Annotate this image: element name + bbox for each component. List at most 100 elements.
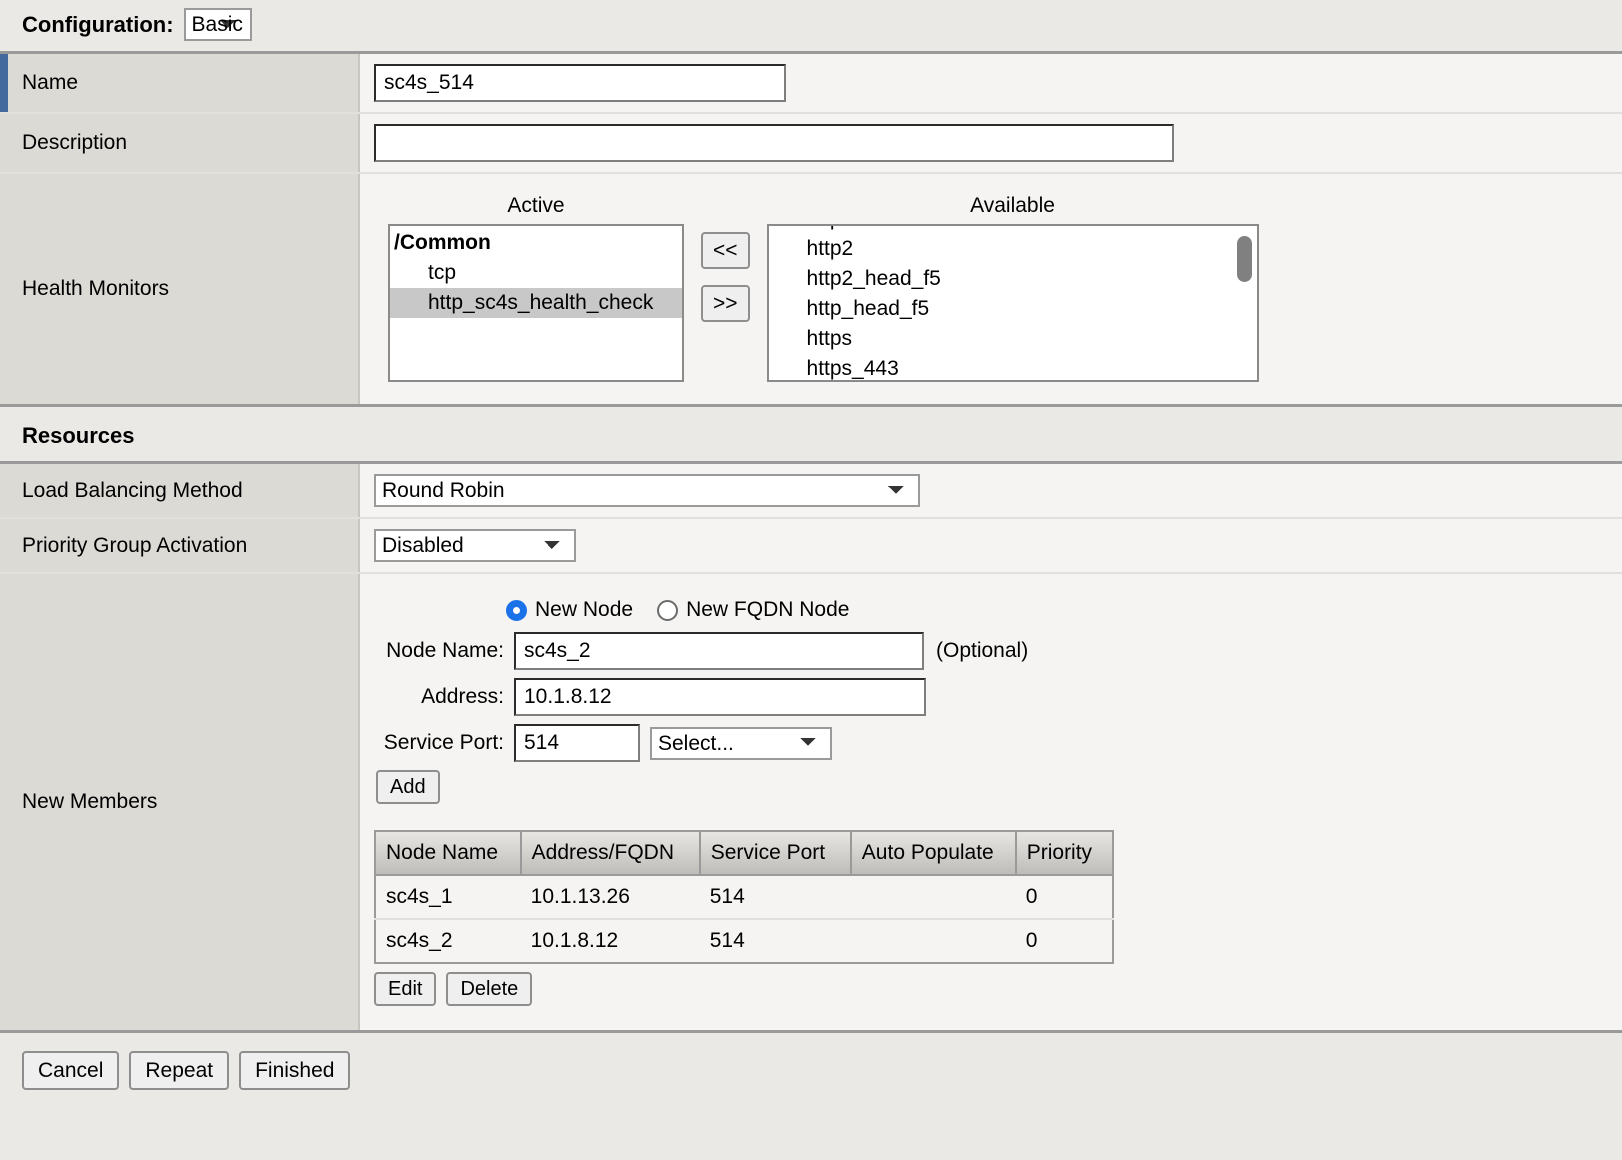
load-balancing-method-select[interactable]: Round Robin (374, 474, 920, 507)
node-name-row: Node Name: (Optional) (374, 632, 1622, 670)
node-name-input[interactable] (514, 632, 924, 670)
configuration-form-panel: Name Description Health Monitors Active … (0, 51, 1622, 407)
column-header-service-port: Service Port (700, 831, 851, 875)
description-value-cell (360, 114, 1622, 172)
node-name-optional-note: (Optional) (924, 639, 1028, 663)
row-priority-group-activation: Priority Group Activation Disabled (0, 519, 1622, 574)
list-item[interactable]: https_443 (769, 354, 1257, 382)
address-label: Address: (374, 685, 514, 709)
members-table: Node Name Address/FQDN Service Port Auto… (374, 830, 1114, 964)
row-description: Description (0, 114, 1622, 174)
available-monitors-scroll-area: http http2 http2_head_f5 http_head_f5 ht… (769, 226, 1257, 380)
load-balancing-method-label-cell: Load Balancing Method (0, 464, 360, 517)
row-name: Name (0, 54, 1622, 114)
active-monitors-header: Active (388, 194, 684, 224)
load-balancing-method-value-cell: Round Robin (360, 464, 1622, 517)
table-row[interactable]: sc4s_1 10.1.13.26 514 0 (375, 875, 1113, 919)
configuration-select[interactable]: Basic (184, 8, 252, 41)
available-monitors-scrollbar-thumb[interactable] (1237, 236, 1252, 282)
priority-group-activation-value-cell: Disabled (360, 519, 1622, 572)
service-port-label: Service Port: (374, 731, 514, 755)
list-item[interactable]: http2_head_f5 (769, 264, 1257, 294)
new-fqdn-node-radio-label[interactable]: New FQDN Node (686, 598, 849, 622)
configuration-bar: Configuration: Basic (0, 0, 1622, 51)
new-node-radio[interactable] (506, 600, 527, 621)
delete-member-button[interactable]: Delete (446, 972, 532, 1006)
table-header-row: Node Name Address/FQDN Service Port Auto… (375, 831, 1113, 875)
address-row: Address: (374, 678, 1622, 716)
name-value-cell (360, 54, 1622, 112)
active-monitors-listbox[interactable]: /Common tcp http_sc4s_health_check (388, 224, 684, 382)
list-item[interactable]: http2 (769, 234, 1257, 264)
service-port-select[interactable]: Select... (650, 727, 832, 760)
cell-service-port: 514 (700, 875, 851, 919)
address-input[interactable] (514, 678, 926, 716)
list-item[interactable]: http_head_f5 (769, 294, 1257, 324)
description-label: Description (22, 131, 127, 155)
cell-auto-populate (851, 875, 1016, 919)
configuration-label: Configuration: (22, 12, 174, 38)
cell-address: 10.1.8.12 (521, 919, 700, 963)
health-monitors-label-cell: Health Monitors (0, 174, 360, 404)
list-item[interactable]: /Common (390, 228, 682, 258)
footer-actions: Cancel Repeat Finished (0, 1033, 1622, 1090)
available-monitors-listbox[interactable]: http http2 http2_head_f5 http_head_f5 ht… (767, 224, 1259, 382)
resources-heading: Resources (0, 407, 1622, 461)
health-monitors-label: Health Monitors (22, 277, 169, 301)
health-monitors-value-cell: Active /Common tcp http_sc4s_health_chec… (360, 174, 1622, 404)
cell-service-port: 514 (700, 919, 851, 963)
cell-node-name: sc4s_1 (375, 875, 521, 919)
name-input[interactable] (374, 64, 786, 102)
move-left-button[interactable]: << (701, 232, 750, 269)
load-balancing-method-label: Load Balancing Method (22, 479, 243, 503)
description-input[interactable] (374, 124, 1174, 162)
new-members-label-cell: New Members (0, 574, 360, 1030)
cell-priority: 0 (1016, 875, 1113, 919)
cell-address: 10.1.13.26 (521, 875, 700, 919)
available-monitors-header: Available (767, 194, 1259, 224)
cell-node-name: sc4s_2 (375, 919, 521, 963)
add-member-row: Add (374, 770, 1622, 804)
list-item[interactable]: https (769, 324, 1257, 354)
cell-priority: 0 (1016, 919, 1113, 963)
list-item[interactable]: tcp (390, 258, 682, 288)
priority-group-activation-label-cell: Priority Group Activation (0, 519, 360, 572)
new-members-editor: New Node New FQDN Node Node Name: (Optio… (374, 584, 1622, 1020)
cell-auto-populate (851, 919, 1016, 963)
column-header-address-fqdn: Address/FQDN (521, 831, 700, 875)
monitor-transfer-buttons: << >> (684, 194, 767, 322)
name-label: Name (22, 71, 78, 95)
column-header-priority: Priority (1016, 831, 1113, 875)
column-header-auto-populate: Auto Populate (851, 831, 1016, 875)
list-item[interactable]: http_sc4s_health_check (390, 288, 682, 318)
name-label-cell: Name (0, 54, 360, 112)
row-health-monitors: Health Monitors Active /Common tcp http_… (0, 174, 1622, 404)
list-item[interactable]: http (769, 224, 1257, 234)
service-port-row: Service Port: Select... (374, 724, 1622, 762)
resources-form-panel: Load Balancing Method Round Robin Priori… (0, 461, 1622, 1033)
add-member-button[interactable]: Add (376, 770, 440, 804)
edit-member-button[interactable]: Edit (374, 972, 436, 1006)
node-name-label: Node Name: (374, 639, 514, 663)
table-row[interactable]: sc4s_2 10.1.8.12 514 0 (375, 919, 1113, 963)
node-type-radio-group: New Node New FQDN Node (374, 598, 1622, 622)
priority-group-activation-label: Priority Group Activation (22, 534, 247, 558)
priority-group-activation-select[interactable]: Disabled (374, 529, 576, 562)
finished-button[interactable]: Finished (239, 1051, 350, 1090)
active-monitors-column: Active /Common tcp http_sc4s_health_chec… (388, 194, 684, 382)
new-node-radio-label[interactable]: New Node (535, 598, 633, 622)
new-members-value-cell: New Node New FQDN Node Node Name: (Optio… (360, 574, 1622, 1030)
row-load-balancing-method: Load Balancing Method Round Robin (0, 464, 1622, 519)
repeat-button[interactable]: Repeat (129, 1051, 229, 1090)
move-right-button[interactable]: >> (701, 285, 750, 322)
service-port-input[interactable] (514, 724, 640, 762)
members-table-actions: Edit Delete (374, 972, 1622, 1006)
health-monitors-picker: Active /Common tcp http_sc4s_health_chec… (374, 184, 1622, 394)
cancel-button[interactable]: Cancel (22, 1051, 119, 1090)
available-monitors-column: Available http http2 http2_head_f5 http_… (767, 194, 1259, 382)
available-monitors-items: http http2 http2_head_f5 http_head_f5 ht… (769, 224, 1257, 382)
column-header-node-name: Node Name (375, 831, 521, 875)
row-new-members: New Members New Node New FQDN Node Node … (0, 574, 1622, 1030)
new-members-label: New Members (22, 790, 157, 814)
new-fqdn-node-radio[interactable] (657, 600, 678, 621)
